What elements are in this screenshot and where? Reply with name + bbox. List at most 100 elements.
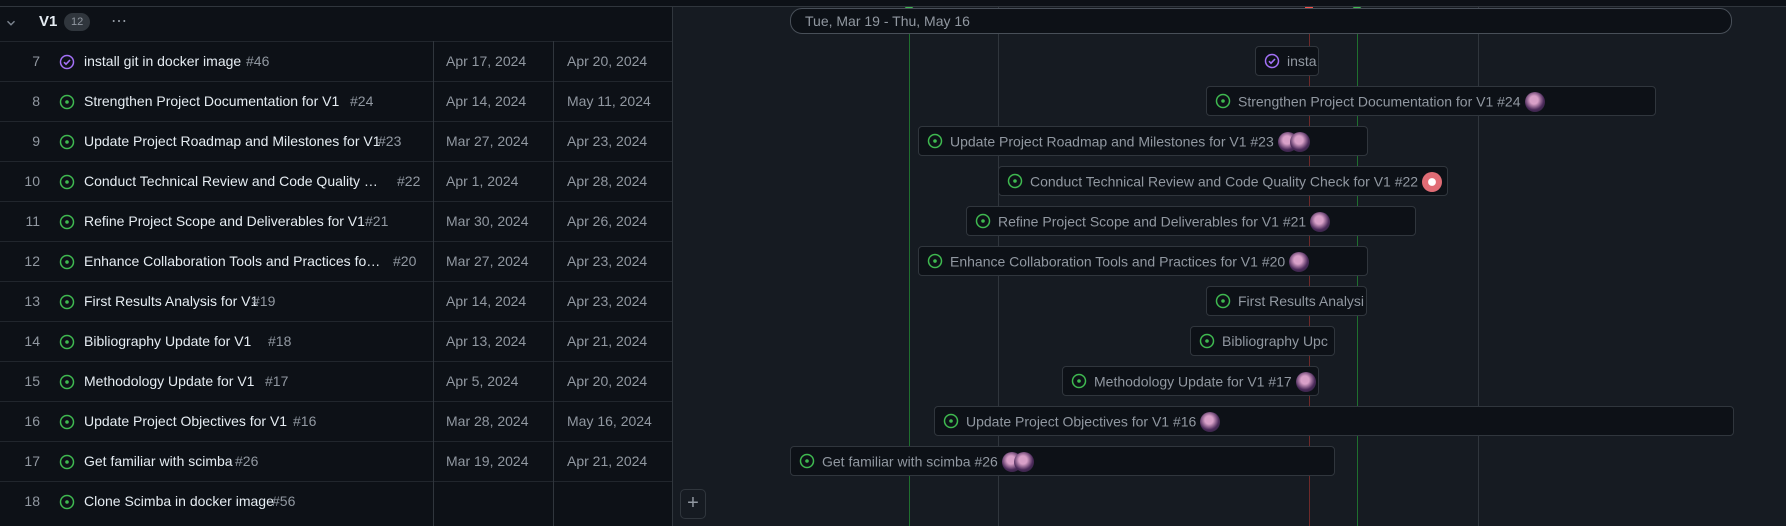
end-date-cell[interactable]: Apr 20, 2024 <box>567 53 647 69</box>
end-date-cell[interactable]: Apr 23, 2024 <box>567 293 647 309</box>
table-row[interactable]: 11 Refine Project Scope and Deliverables … <box>0 201 672 242</box>
issue-title-link[interactable]: Update Project Objectives for V1 <box>84 413 287 429</box>
issue-number: #17 <box>265 373 289 389</box>
timeline-bar-label: Conduct Technical Review and Code Qualit… <box>1030 172 1443 193</box>
row-number: 7 <box>32 53 40 69</box>
timeline-bar-label: Strengthen Project Documentation for V1 … <box>1238 92 1545 113</box>
avatar <box>1200 412 1221 432</box>
start-date-cell[interactable]: Mar 27, 2024 <box>446 133 529 149</box>
row-number: 18 <box>24 493 40 509</box>
timeline-bar[interactable]: Update Project Objectives for V1 #16 <box>934 406 1734 436</box>
table-row[interactable]: 18 Clone Scimba in docker image #56 <box>0 481 672 522</box>
issue-title-link[interactable]: Bibliography Update for V1 <box>84 333 251 349</box>
avatar <box>1289 252 1310 272</box>
chevron-down-icon[interactable] <box>4 16 18 30</box>
start-date-cell[interactable]: Mar 30, 2024 <box>446 213 529 229</box>
issue-title-link[interactable]: install git in docker image <box>84 53 241 69</box>
issue-title-link[interactable]: Enhance Collaboration Tools and Practice… <box>84 253 384 269</box>
issue-title-link[interactable]: Clone Scimba in docker image <box>84 493 274 509</box>
table-row[interactable]: 16 Update Project Objectives for V1 #16 Mar… <box>0 401 672 442</box>
timeline-bar[interactable]: Bibliography Upc <box>1190 326 1335 356</box>
timeline-bar[interactable]: Get familiar with scimba #26 <box>790 446 1335 476</box>
timeline-bar[interactable]: insta <box>1255 46 1319 76</box>
table-row[interactable]: 13 First Results Analysis for V1 #19 Apr 14… <box>0 281 672 322</box>
timeline-bar-label: insta <box>1287 53 1317 69</box>
issue-number: #56 <box>272 493 296 509</box>
issue-open-icon <box>59 494 75 510</box>
start-date-cell[interactable]: Apr 1, 2024 <box>446 173 518 189</box>
issue-open-icon <box>59 414 75 430</box>
issue-title-link[interactable]: Get familiar with scimba <box>84 453 233 469</box>
end-date-cell[interactable]: Apr 21, 2024 <box>567 333 647 349</box>
start-date-cell[interactable]: Mar 19, 2024 <box>446 453 529 469</box>
start-date-cell[interactable]: Apr 17, 2024 <box>446 53 526 69</box>
issue-number: #22 <box>397 173 421 189</box>
end-date-cell[interactable]: May 16, 2024 <box>567 413 652 429</box>
start-date-cell[interactable]: Apr 13, 2024 <box>446 333 526 349</box>
issue-number: #24 <box>350 93 374 109</box>
issue-open-icon <box>59 374 75 390</box>
end-date-cell[interactable]: Apr 20, 2024 <box>567 373 647 389</box>
issue-title-link[interactable]: Strengthen Project Documentation for V1 <box>84 93 339 109</box>
timeline-bar[interactable]: Strengthen Project Documentation for V1 … <box>1206 86 1656 116</box>
group-header: V1 12 ⋯ <box>0 7 672 41</box>
row-number: 11 <box>25 213 40 229</box>
table-row[interactable]: 17 Get familiar with scimba #26 Mar 19, 202… <box>0 441 672 482</box>
timeline-bar[interactable]: First Results Analysi <box>1206 286 1367 316</box>
group-count-badge: 12 <box>64 13 91 31</box>
table-row[interactable]: 7 install git in docker image #46 Apr 17, 2… <box>0 41 672 82</box>
group-menu-icon[interactable]: ⋯ <box>111 11 128 31</box>
avatar <box>1295 372 1316 392</box>
table-row[interactable]: 8 Strengthen Project Documentation for V1… <box>0 81 672 122</box>
issue-number: #20 <box>393 253 417 269</box>
end-date-cell[interactable]: Apr 23, 2024 <box>567 253 647 269</box>
table-row[interactable]: 14 Bibliography Update for V1 #18 Apr 13, 2… <box>0 321 672 362</box>
issue-open-icon <box>1215 293 1231 309</box>
issue-title-link[interactable]: Refine Project Scope and Deliverables fo… <box>84 213 365 229</box>
issue-number: #46 <box>246 53 270 69</box>
row-number: 8 <box>32 93 40 109</box>
start-date-cell[interactable]: Mar 27, 2024 <box>446 253 529 269</box>
start-date-cell[interactable]: Apr 14, 2024 <box>446 293 526 309</box>
row-number: 14 <box>24 333 40 349</box>
table-row[interactable]: 9 Update Project Roadmap and Milestones f… <box>0 121 672 162</box>
add-item-button[interactable]: + <box>680 489 706 519</box>
issue-open-icon <box>59 294 75 310</box>
table-row[interactable]: 12 Enhance Collaboration Tools and Practi… <box>0 241 672 282</box>
timeline-bar-label: Update Project Roadmap and Milestones fo… <box>950 132 1310 153</box>
start-date-cell[interactable]: Mar 28, 2024 <box>446 413 529 429</box>
row-number: 17 <box>24 453 40 469</box>
timeline-bar-label: Enhance Collaboration Tools and Practice… <box>950 252 1310 273</box>
end-date-cell[interactable]: Apr 23, 2024 <box>567 133 647 149</box>
table-row[interactable]: 10 Conduct Technical Review and Code Qual… <box>0 161 672 202</box>
issue-open-icon <box>59 94 75 110</box>
timeline-bar[interactable]: Enhance Collaboration Tools and Practice… <box>918 246 1368 276</box>
timeline-bar[interactable]: Conduct Technical Review and Code Qualit… <box>998 166 1448 196</box>
group-name: V1 <box>39 13 58 30</box>
issue-open-icon <box>799 453 815 469</box>
start-date-cell[interactable]: Apr 14, 2024 <box>446 93 526 109</box>
issue-title-link[interactable]: Update Project Roadmap and Milestones fo… <box>84 133 381 149</box>
table-row[interactable]: 15 Methodology Update for V1 #17 Apr 5, 202… <box>0 361 672 402</box>
issue-title-link[interactable]: First Results Analysis for V1 <box>84 293 258 309</box>
avatar <box>1013 452 1034 472</box>
end-date-cell[interactable]: Apr 26, 2024 <box>567 213 647 229</box>
avatar <box>1524 92 1545 112</box>
avatar <box>1422 172 1443 192</box>
issue-number: #19 <box>252 293 276 309</box>
end-date-cell[interactable]: Apr 28, 2024 <box>567 173 647 189</box>
end-date-cell[interactable]: Apr 21, 2024 <box>567 453 647 469</box>
avatar <box>1310 212 1331 232</box>
issue-title-link[interactable]: Conduct Technical Review and Code Qualit… <box>84 173 384 189</box>
timeline-bar[interactable]: Methodology Update for V1 #17 <box>1062 366 1319 396</box>
timeline-bar[interactable]: Refine Project Scope and Deliverables fo… <box>966 206 1416 236</box>
timeline-bar[interactable]: Update Project Roadmap and Milestones fo… <box>918 126 1368 156</box>
issue-title-link[interactable]: Methodology Update for V1 <box>84 373 254 389</box>
issue-open-icon <box>59 134 75 150</box>
issue-closed-icon <box>59 54 75 70</box>
start-date-cell[interactable]: Apr 5, 2024 <box>446 373 518 389</box>
column-divider <box>433 41 434 526</box>
row-number: 10 <box>24 173 40 189</box>
issue-open-icon <box>943 413 959 429</box>
end-date-cell[interactable]: May 11, 2024 <box>567 93 651 109</box>
